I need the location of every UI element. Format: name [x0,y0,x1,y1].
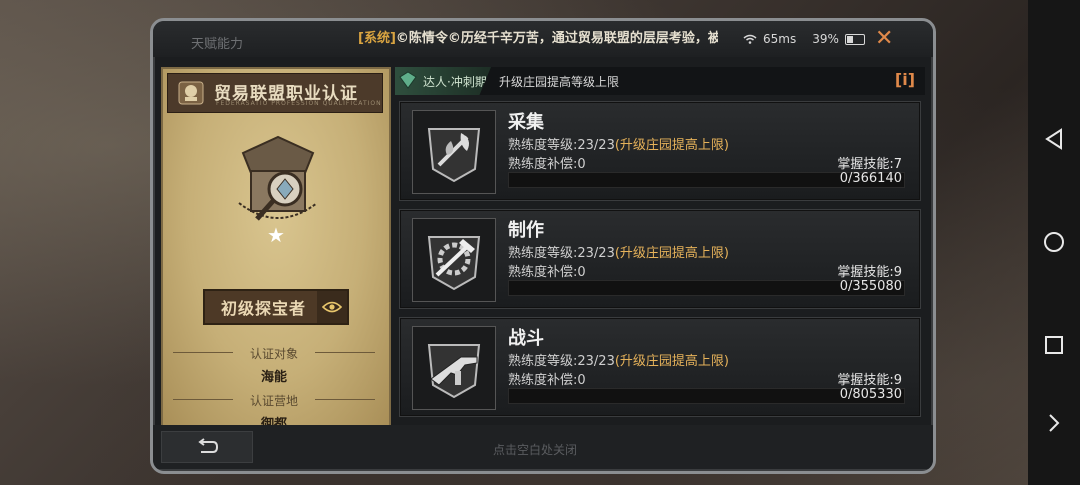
close-button[interactable]: ✕ [875,26,893,51]
close-hint: 点击空白处关闭 [493,443,578,457]
skill-card-combat[interactable]: 战斗 熟练度等级:23/23(升级庄园提高上限) 熟练度补偿:0 掌握技能:9 … [399,317,921,417]
crafting-gear-hammer-icon [412,218,496,302]
skill-compensation: 熟练度补偿:0 [508,157,586,172]
xp-value: 0/366140 [839,171,902,186]
skill-compensation: 熟练度补偿:0 [508,265,586,280]
level-cap-note: (升级庄园提高上限) [614,354,730,369]
recents-square-icon[interactable] [1041,332,1067,358]
return-arrow-icon [198,438,219,453]
system-message-text: ©陈情令©历经千辛万苦，通过贸易联盟的层层考验，被联 [395,31,718,45]
target-value: 海能 [260,370,287,385]
status-indicators: 65ms 39% [743,32,865,46]
rank-star-icon: ★ [267,223,285,247]
stage-tag-label: 达人·冲刺期 [423,75,487,89]
level-cap-note: (升级庄园提高上限) [614,138,730,153]
skill-compensation: 熟练度补偿:0 [508,373,586,388]
wifi-icon [743,34,757,44]
skill-name: 制作 [508,220,544,241]
system-message: [系统]©陈情令©历经千辛万苦，通过贸易联盟的层层考验，被联 [358,27,718,45]
combat-gun-icon [412,326,496,410]
home-circle-icon[interactable] [1041,229,1067,255]
system-tag: [系统] [358,31,396,45]
certification-header: 贸易联盟职业认证 FEDERASATIO PROFESSION QUALIFIC… [167,73,383,113]
level-cap-note: (升级庄园提高上限) [614,246,730,261]
skill-card-gathering[interactable]: 采集 熟练度等级:23/23(升级庄园提高上限) 熟练度补偿:0 掌握技能:7 … [399,101,921,201]
back-triangle-icon[interactable] [1041,126,1067,152]
skill-name: 采集 [508,112,544,133]
rank-title-box: 初级探宝者 [203,289,349,325]
xp-value: 0/805330 [839,387,902,402]
view-rank-button[interactable] [317,291,347,323]
skill-level-value: 熟练度等级:23/23 [508,354,615,369]
skill-level: 熟练度等级:23/23(升级庄园提高上限) [508,350,729,369]
chevron-right-icon[interactable] [1041,410,1067,436]
stage-bar: 达人·冲刺期 升级庄园提高等级上限 [i] [395,67,925,95]
dialog-footer: 点击空白处关闭 [153,425,933,469]
info-button[interactable]: [i] [895,70,915,89]
stage-description: 升级庄园提高等级上限 [499,75,620,89]
certification-subtitle: FEDERASATIO PROFESSION QUALIFICATION [216,100,382,107]
treasure-hunter-badge-icon [238,135,318,221]
info-icon: i [902,70,908,89]
skill-level: 熟练度等级:23/23(升级庄园提高上限) [508,134,729,153]
certification-panel: 贸易联盟职业认证 FEDERASATIO PROFESSION QUALIFIC… [161,67,391,432]
skill-count: 掌握技能:9 [837,265,902,280]
skill-level-value: 熟练度等级:23/23 [508,246,615,261]
eye-icon [322,301,342,313]
skill-count: 掌握技能:9 [837,373,902,388]
rank-title: 初级探宝者 [221,299,307,318]
target-label: 认证对象 [249,347,298,361]
skill-name: 战斗 [508,328,544,349]
xp-value: 0/355080 [839,279,902,294]
dialog-title: 天赋能力 [191,37,244,52]
gathering-icon [412,110,496,194]
skill-count: 掌握技能:7 [837,157,902,172]
talent-dialog: 天赋能力 [系统]©陈情令©历经千辛万苦，通过贸易联盟的层层考验，被联 65ms… [150,18,936,474]
gem-icon [399,71,417,89]
back-button[interactable] [161,431,253,463]
camp-label: 认证营地 [249,394,298,408]
skill-level: 熟练度等级:23/23(升级庄园提高上限) [508,242,729,261]
skill-card-crafting[interactable]: 制作 熟练度等级:23/23(升级庄园提高上限) 熟练度补偿:0 掌握技能:9 … [399,209,921,309]
trade-league-emblem-icon [178,81,204,105]
dialog-header: 天赋能力 [系统]©陈情令©历经千辛万苦，通过贸易联盟的层层考验，被联 65ms… [153,21,933,57]
ping-value: 65ms [763,32,797,46]
battery-icon [844,33,865,45]
battery-percent: 39% [812,32,839,46]
stage-tag: 达人·冲刺期 [395,67,491,95]
skill-level-value: 熟练度等级:23/23 [508,138,615,153]
system-nav-bar [1028,0,1080,485]
